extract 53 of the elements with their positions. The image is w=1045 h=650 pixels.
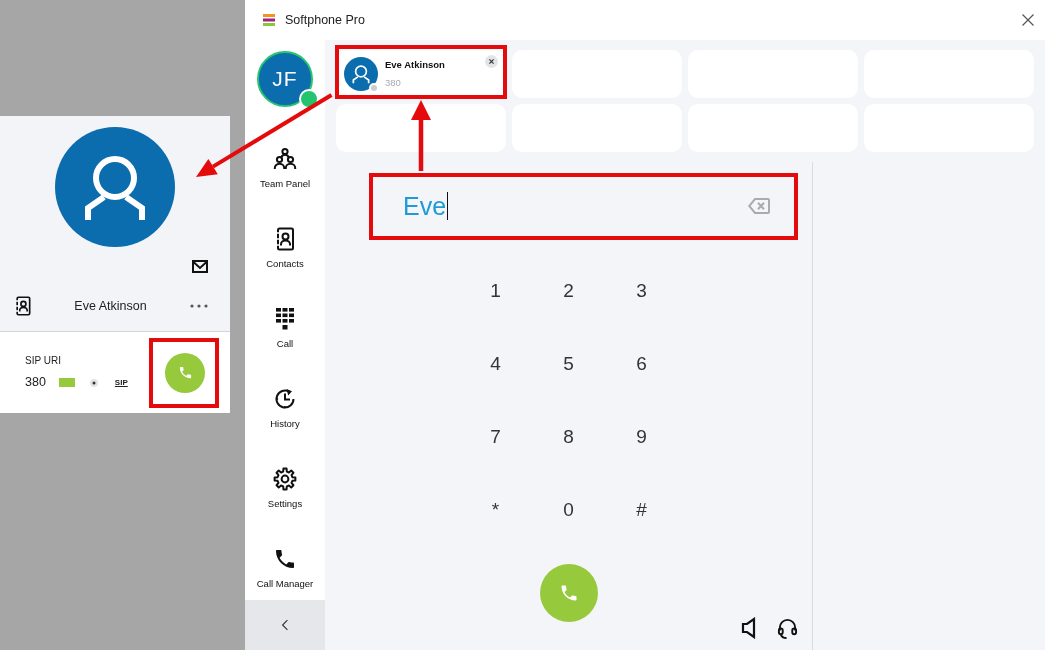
dial-key[interactable]: 0: [548, 490, 589, 531]
highlight-frame: [149, 338, 219, 408]
indicator-dot-icon: [89, 378, 98, 387]
more-icon[interactable]: [190, 304, 208, 308]
history-icon: [273, 387, 297, 411]
annotation-arrow: [411, 100, 431, 171]
sidebar-item[interactable]: History: [245, 360, 325, 440]
team-icon: [273, 147, 297, 171]
dialpad-icon: [273, 307, 297, 331]
contact-number: 380: [25, 374, 46, 392]
remove-button[interactable]: [485, 55, 498, 68]
contact-number: 380: [385, 76, 402, 90]
contact-name: Eve Atkinson: [385, 57, 445, 72]
settings-icon: [273, 467, 297, 491]
dial-key[interactable]: 1: [475, 271, 516, 312]
dial-key[interactable]: 4: [475, 344, 516, 385]
indicator-icon: [58, 378, 75, 387]
mail-icon[interactable]: [192, 260, 208, 273]
chevron-left-icon: [281, 619, 289, 631]
user-avatar[interactable]: JF: [257, 51, 313, 107]
sidebar-item[interactable]: Contacts: [245, 200, 325, 280]
backspace-icon[interactable]: [748, 198, 770, 214]
dial-key[interactable]: 8: [548, 417, 589, 458]
avatar-icon: [344, 57, 378, 91]
close-icon: [489, 59, 494, 64]
dial-key[interactable]: 3: [621, 271, 662, 312]
protocol-label: SIP: [114, 376, 128, 389]
contact-card-icon[interactable]: [13, 296, 33, 316]
sidebar-item[interactable]: Settings: [245, 440, 325, 520]
headset-icon[interactable]: [777, 618, 798, 639]
phone-icon: [273, 547, 297, 571]
phone-icon: [177, 365, 193, 380]
speed-dial-tile[interactable]: Eve Atkinson 380: [336, 50, 506, 98]
call-button[interactable]: [165, 352, 205, 393]
sidebar-item[interactable]: Call: [245, 280, 325, 360]
dial-key[interactable]: *: [475, 490, 516, 531]
dial-key[interactable]: 6: [621, 344, 662, 385]
dial-key[interactable]: 7: [475, 417, 516, 458]
close-icon[interactable]: [1022, 14, 1034, 26]
contact-name: Eve Atkinson: [74, 297, 147, 315]
speaker-icon[interactable]: [741, 617, 756, 639]
call-button[interactable]: [539, 564, 598, 622]
avatar-icon: [55, 127, 175, 247]
window-title: Softphone Pro: [285, 11, 365, 29]
dial-key[interactable]: 2: [548, 271, 589, 312]
dial-key[interactable]: #: [621, 490, 662, 531]
logo-icon: [263, 14, 275, 26]
dial-key[interactable]: 9: [621, 417, 662, 458]
field-label: SIP URI: [25, 354, 62, 369]
sidebar-item[interactable]: Team Panel: [245, 120, 325, 200]
sidebar-item[interactable]: Call Manager: [245, 520, 325, 600]
speed-dial-slot[interactable]: [336, 104, 506, 152]
dial-key[interactable]: 5: [548, 344, 589, 385]
